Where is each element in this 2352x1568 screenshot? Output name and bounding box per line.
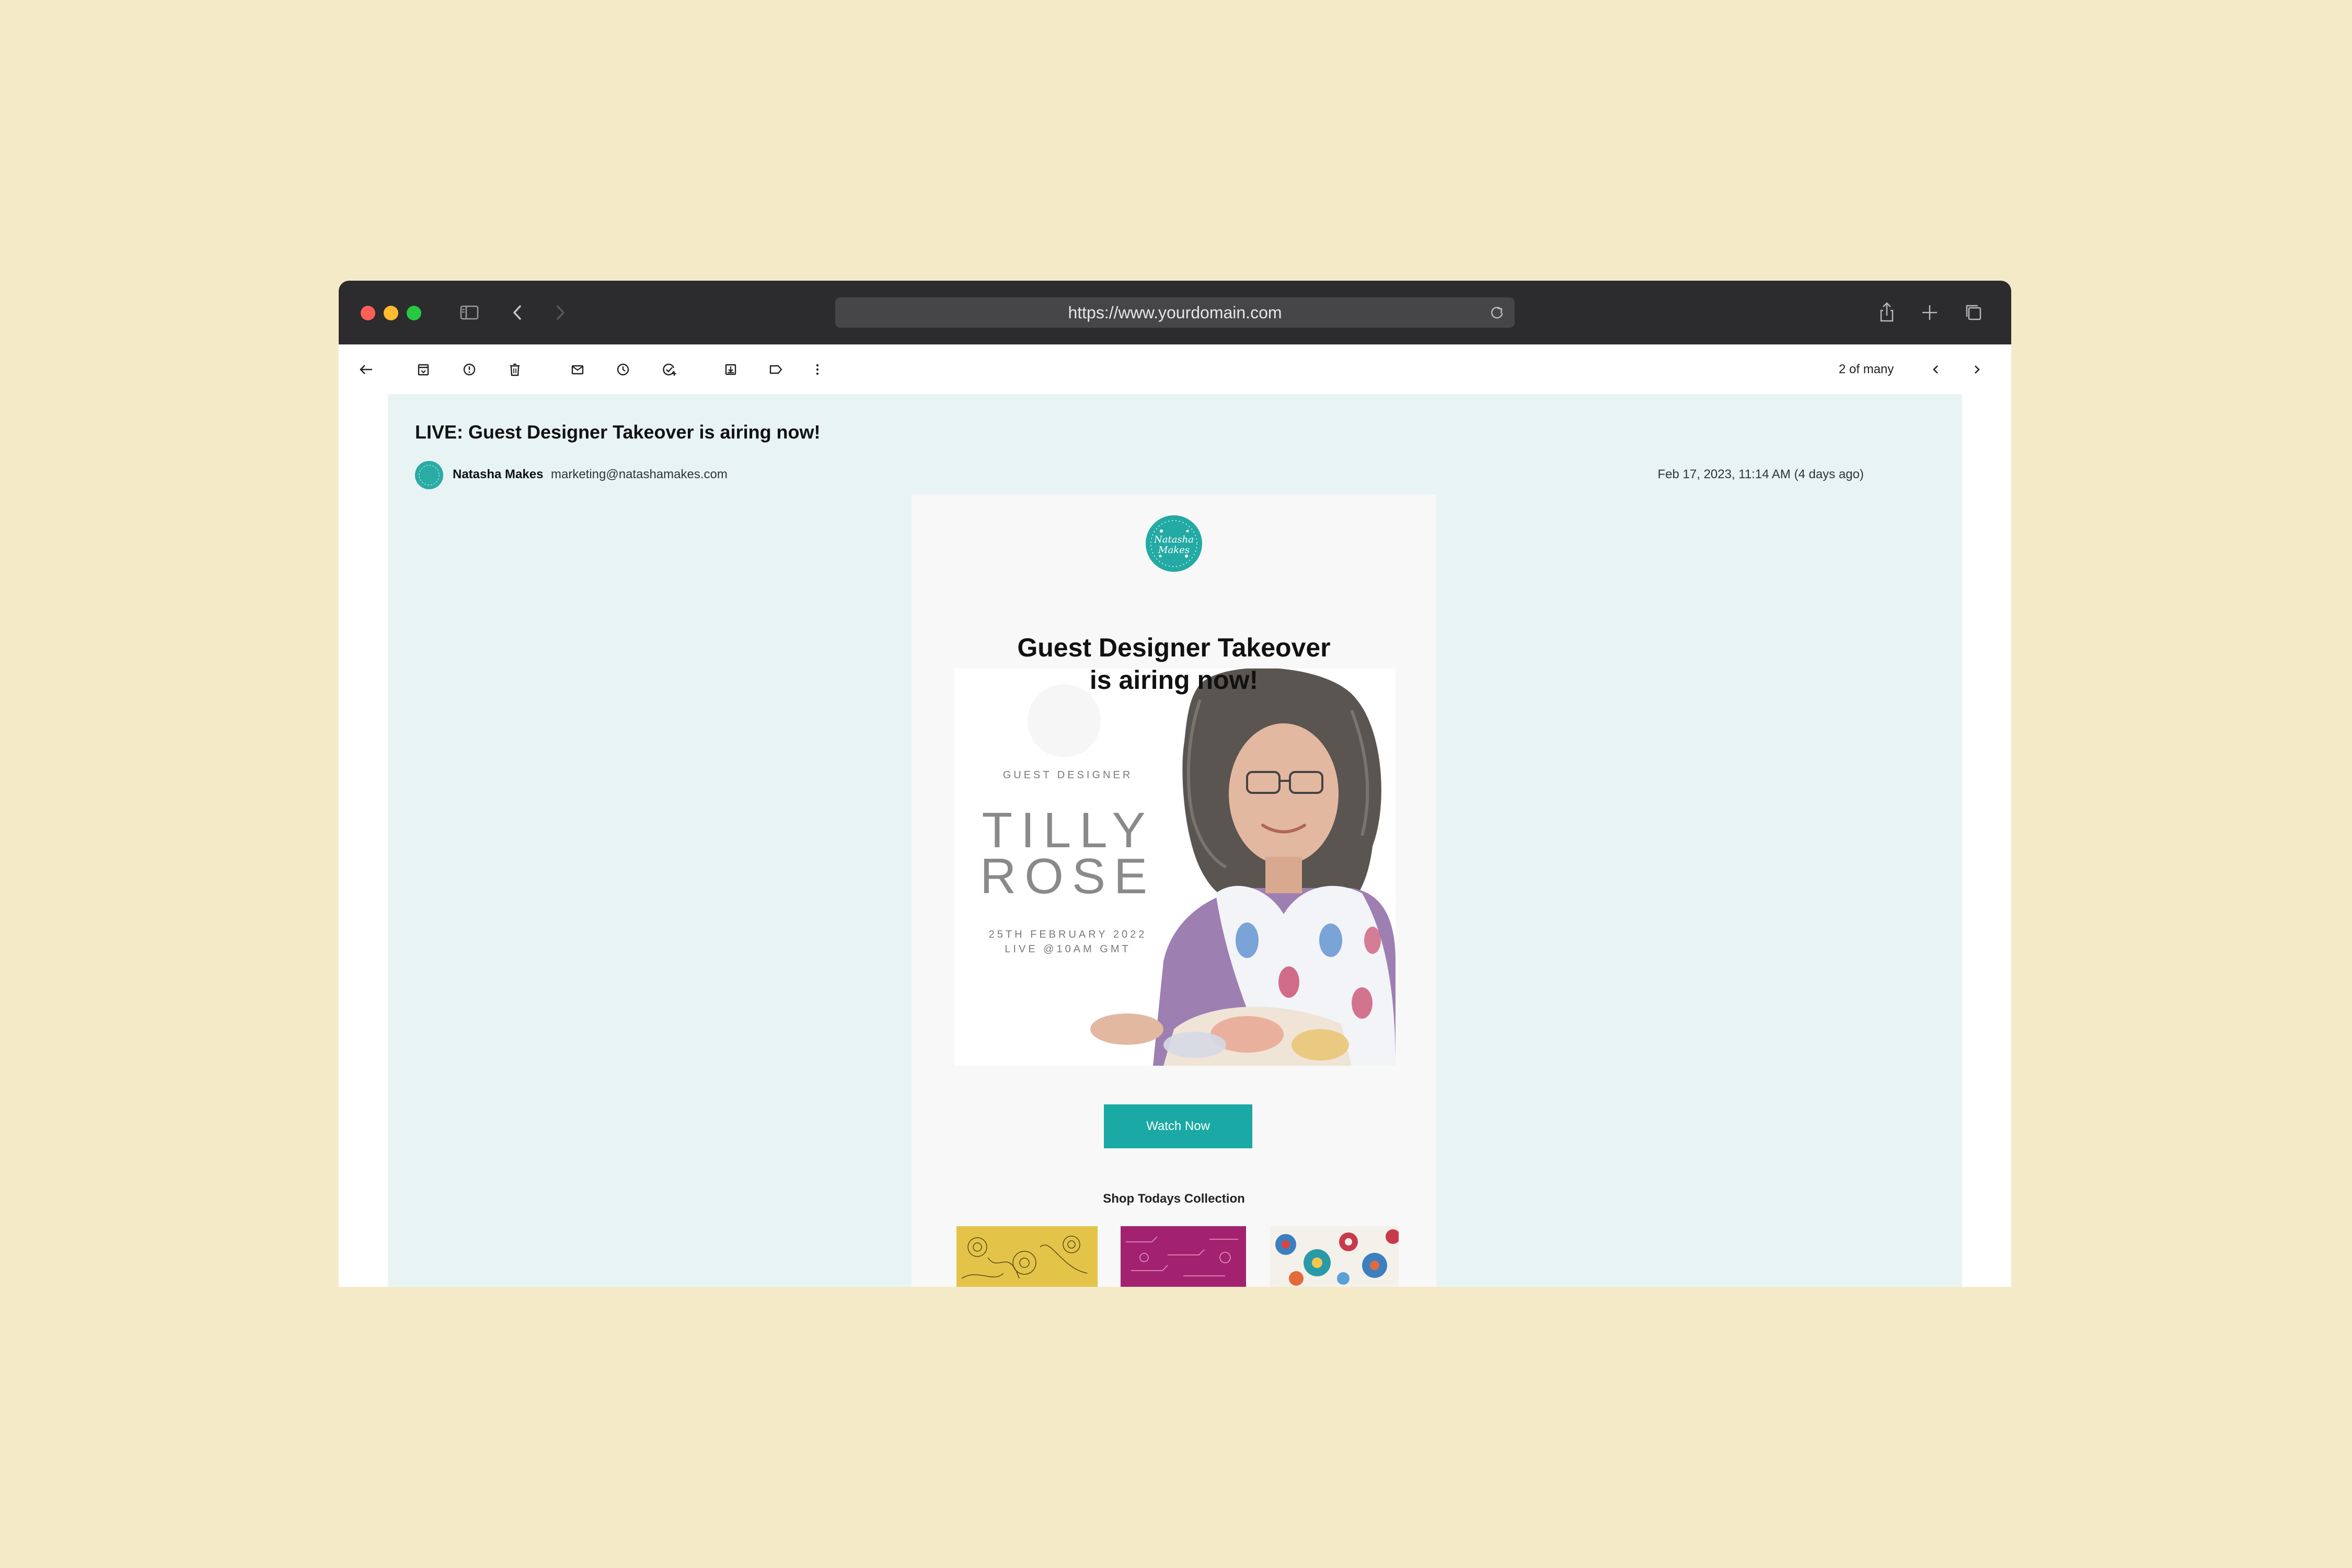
headline-line-1: Guest Designer Takeover xyxy=(1017,633,1331,662)
reload-icon[interactable] xyxy=(1486,302,1507,323)
message-subject: LIVE: Guest Designer Takeover is airing … xyxy=(415,421,821,443)
hero-image: GUEST DESIGNER TILLY ROSE 25TH FEBRUARY … xyxy=(954,668,1396,1066)
hero-guest-label: GUEST DESIGNER xyxy=(1002,769,1133,781)
svg-text:Makes: Makes xyxy=(1158,545,1190,556)
sender-email: marketing@natashamakes.com xyxy=(551,467,728,481)
more-icon[interactable] xyxy=(807,359,828,380)
sidebar-icon[interactable] xyxy=(455,298,484,327)
hero-live-time: LIVE @10AM GMT xyxy=(1005,943,1131,955)
watch-now-button[interactable]: Watch Now xyxy=(1104,1104,1252,1148)
svg-text:Natasha: Natasha xyxy=(1154,534,1194,545)
newer-message-icon[interactable] xyxy=(1926,359,1946,380)
move-to-icon[interactable] xyxy=(720,359,741,380)
forward-arrow-icon[interactable] xyxy=(546,298,575,327)
address-bar[interactable]: https://www.yourdomain.com xyxy=(835,297,1515,328)
browser-titlebar: https://www.yourdomain.com xyxy=(339,281,2011,344)
older-message-icon[interactable] xyxy=(1966,359,1987,380)
new-tab-plus-icon[interactable] xyxy=(1915,298,1944,327)
fabric-swatch-yellow-floral[interactable] xyxy=(956,1226,1098,1287)
headline-line-2: is airing now! xyxy=(1089,665,1259,695)
address-url: https://www.yourdomain.com xyxy=(1068,303,1282,322)
natasha-makes-logo: Natasha Makes xyxy=(1146,515,1202,572)
mark-unread-icon[interactable] xyxy=(567,359,588,380)
shop-collection-title: Shop Todays Collection xyxy=(1103,1192,1245,1206)
archive-icon[interactable] xyxy=(413,359,434,380)
delete-icon[interactable] xyxy=(504,359,525,380)
fabric-swatch-magenta[interactable] xyxy=(1121,1226,1246,1287)
email-headline: Guest Designer Takeover is airing now! xyxy=(965,631,1383,696)
message-counter: 2 of many xyxy=(1839,362,1894,376)
snooze-icon[interactable] xyxy=(613,359,633,380)
back-arrow-icon[interactable] xyxy=(503,298,532,327)
hero-name-line2: ROSE xyxy=(979,848,1156,904)
message-date: Feb 17, 2023, 11:14 AM (4 days ago) xyxy=(1657,467,1864,481)
sender-name: Natasha Makes xyxy=(453,467,544,481)
email-card: Natasha Makes GUEST DESIGNER TILLY ROSE … xyxy=(912,494,1436,1287)
close-window-button[interactable] xyxy=(361,306,375,320)
back-icon[interactable] xyxy=(355,359,376,380)
tabs-overview-icon[interactable] xyxy=(1959,298,1988,327)
add-task-icon[interactable] xyxy=(659,359,679,380)
zoom-window-button[interactable] xyxy=(407,306,421,320)
message-pane: LIVE: Guest Designer Takeover is airing … xyxy=(388,394,1962,1287)
share-icon[interactable] xyxy=(1872,298,1901,327)
mail-toolbar: 2 of many xyxy=(339,344,2011,394)
sender-avatar xyxy=(415,461,443,489)
minimize-window-button[interactable] xyxy=(384,306,398,320)
hero-date: 25TH FEBRUARY 2022 xyxy=(988,929,1147,940)
fabric-swatch-blue-floral[interactable] xyxy=(1270,1226,1399,1287)
browser-window: https://www.yourdomain.com 2 of many LIV… xyxy=(339,281,2011,1287)
report-spam-icon[interactable] xyxy=(459,359,480,380)
label-icon[interactable] xyxy=(765,359,786,380)
